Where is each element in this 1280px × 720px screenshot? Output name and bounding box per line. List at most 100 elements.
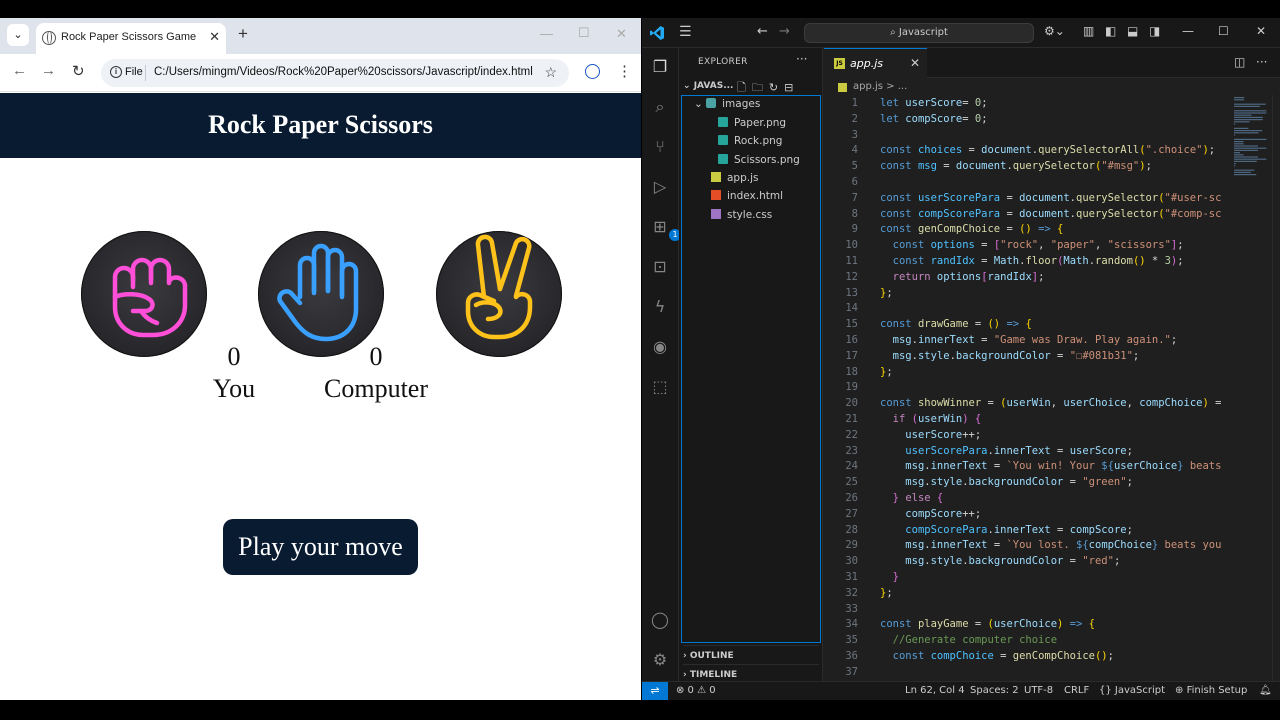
- language-mode[interactable]: {} JavaScript: [1099, 685, 1165, 696]
- editor-scrollbar[interactable]: [1272, 95, 1280, 681]
- problems-status[interactable]: ⊗ 0 ⚠ 0: [676, 685, 716, 696]
- outline-section[interactable]: › OUTLINE: [683, 645, 819, 661]
- back-icon[interactable]: ←: [12, 62, 27, 79]
- command-center-text: Javascript: [898, 27, 948, 38]
- customize-layout-icon[interactable]: ▥: [1083, 24, 1094, 38]
- tab-label: app.js: [850, 57, 883, 70]
- code-token: "red": [1082, 555, 1114, 568]
- editor-tab-appjs[interactable]: JS app.js ✕: [824, 48, 927, 78]
- new-tab-button[interactable]: +: [238, 24, 248, 44]
- play-move-button[interactable]: Play your move: [223, 519, 418, 575]
- split-editor-icon[interactable]: ◫: [1234, 55, 1245, 69]
- code-line: let compScore= 0;: [880, 113, 988, 125]
- section-label: OUTLINE: [689, 651, 734, 661]
- address-bar[interactable]: i File C:/Users/mingm/Videos/Rock%20Pape…: [101, 59, 569, 87]
- rock-choice[interactable]: [81, 231, 207, 357]
- breadcrumb-text: app.js > ...: [853, 81, 908, 92]
- tree-file-paper[interactable]: Paper.png: [718, 117, 786, 129]
- code-token: ;: [1145, 160, 1152, 173]
- timeline-section[interactable]: › TIMELINE: [683, 664, 819, 680]
- code-token: ,: [1038, 239, 1051, 252]
- finish-setup[interactable]: ⊕ Finish Setup: [1175, 685, 1247, 696]
- more-actions-icon[interactable]: ···: [1256, 55, 1267, 69]
- line-number: 25: [845, 476, 858, 489]
- command-center[interactable]: ⌕ Javascript: [804, 23, 1034, 43]
- copilot-icon[interactable]: ⚙⌄: [1044, 24, 1065, 38]
- collapse-icon[interactable]: ⊟: [784, 81, 799, 94]
- url-text[interactable]: C:/Users/mingm/Videos/Rock%20Paper%20sci…: [154, 66, 533, 78]
- close-window-icon[interactable]: ✕: [616, 26, 627, 42]
- explorer-icon[interactable]: ❐: [650, 57, 670, 77]
- code-token: userWin: [917, 413, 963, 425]
- new-file-icon[interactable]: 🗋: [737, 81, 752, 94]
- search-icon[interactable]: ⌕: [650, 97, 670, 117]
- minimize-icon[interactable]: —: [1182, 24, 1194, 38]
- tree-file-style[interactable]: style.css: [711, 209, 772, 221]
- reload-icon[interactable]: ↻: [72, 62, 85, 80]
- tree-file-rock[interactable]: Rock.png: [718, 135, 782, 147]
- code-token: ;: [1113, 555, 1121, 568]
- tab-search-button[interactable]: ⌄: [7, 24, 29, 46]
- kebab-menu-icon[interactable]: ⋮: [617, 62, 632, 80]
- toggle-sidebar-icon[interactable]: ◧: [1105, 24, 1116, 38]
- maximize-icon[interactable]: ☐: [578, 25, 590, 41]
- code-token: options: [936, 270, 982, 283]
- code-token: `You lost.: [1006, 539, 1077, 552]
- profile-icon[interactable]: [585, 64, 600, 79]
- rock-fist-icon: [112, 257, 188, 338]
- tree-file-scissors[interactable]: Scissors.png: [718, 154, 800, 166]
- remote-indicator-icon[interactable]: ⇌: [642, 682, 668, 700]
- forward-icon[interactable]: →: [779, 24, 790, 39]
- encoding[interactable]: UTF-8: [1024, 685, 1053, 696]
- cursor-position[interactable]: Ln 62, Col 4: [905, 685, 965, 696]
- code-token: {: [1057, 223, 1064, 236]
- container-icon[interactable]: ⬚: [650, 377, 670, 397]
- code-token: "#user-sc: [1164, 191, 1222, 204]
- code-token: ".choice": [1145, 144, 1203, 157]
- refresh-icon[interactable]: ↻: [769, 81, 784, 94]
- browser-tab[interactable]: Rock Paper Scissors Game ✕: [36, 23, 226, 54]
- toggle-secondary-sidebar-icon[interactable]: ◨: [1149, 24, 1160, 38]
- minimap[interactable]: [1232, 95, 1272, 185]
- close-tab-icon[interactable]: ✕: [910, 56, 920, 70]
- new-folder-icon[interactable]: 🗀: [752, 81, 769, 94]
- more-actions-icon[interactable]: ···: [796, 52, 807, 66]
- indentation[interactable]: Spaces: 2: [970, 685, 1019, 696]
- menu-icon[interactable]: ☰: [679, 24, 692, 40]
- minimize-icon[interactable]: —: [540, 26, 553, 41]
- scheme-chip[interactable]: File: [125, 66, 143, 78]
- tree-file-index[interactable]: index.html: [711, 190, 783, 202]
- code-editor[interactable]: 1 let userScore= 0; 2 let compScore= 0; 3 4 co…: [824, 95, 1280, 681]
- extensions-icon[interactable]: ⊞ 1: [650, 217, 681, 241]
- back-icon[interactable]: ←: [757, 24, 768, 39]
- account-icon[interactable]: ◯: [650, 610, 670, 630]
- code-token: const: [892, 650, 931, 662]
- paper-choice[interactable]: [258, 231, 384, 357]
- line-ending[interactable]: CRLF: [1064, 685, 1089, 696]
- code-token: playGame: [917, 618, 969, 631]
- toggle-panel-icon[interactable]: ⬓: [1127, 24, 1138, 38]
- code-line: const userScorePara = document.querySele…: [880, 192, 1221, 204]
- run-debug-icon[interactable]: ▷: [650, 177, 670, 197]
- close-window-icon[interactable]: ✕: [1256, 24, 1266, 38]
- github-icon[interactable]: ◉: [650, 337, 670, 357]
- folder-header[interactable]: ⌄ JAVAS...: [683, 81, 733, 91]
- bookmark-star-icon[interactable]: ☆: [544, 64, 557, 81]
- code-line: userScorePara.innerText = userScore;: [880, 445, 1133, 457]
- source-control-icon[interactable]: ⑂: [650, 137, 670, 157]
- scissors-choice[interactable]: [436, 231, 562, 357]
- remote-explorer-icon[interactable]: ⊡: [650, 257, 670, 277]
- code-token: "☐#081b31": [1069, 349, 1133, 362]
- tree-file-appjs[interactable]: app.js: [711, 172, 759, 184]
- code-line: const randIdx = Math.floor(Math.random()…: [880, 255, 1184, 267]
- tree-folder-images[interactable]: ⌄ images: [694, 98, 760, 110]
- lightning-icon[interactable]: ϟ: [650, 297, 670, 317]
- notifications-bell-icon[interactable]: 🔔︎: [1259, 685, 1272, 696]
- close-tab-icon[interactable]: ✕: [209, 29, 220, 45]
- maximize-icon[interactable]: ☐: [1218, 24, 1229, 38]
- code-token: {: [1025, 318, 1032, 331]
- forward-icon[interactable]: →: [41, 62, 56, 79]
- info-icon[interactable]: i: [110, 66, 122, 78]
- manage-gear-icon[interactable]: ⚙: [650, 650, 670, 670]
